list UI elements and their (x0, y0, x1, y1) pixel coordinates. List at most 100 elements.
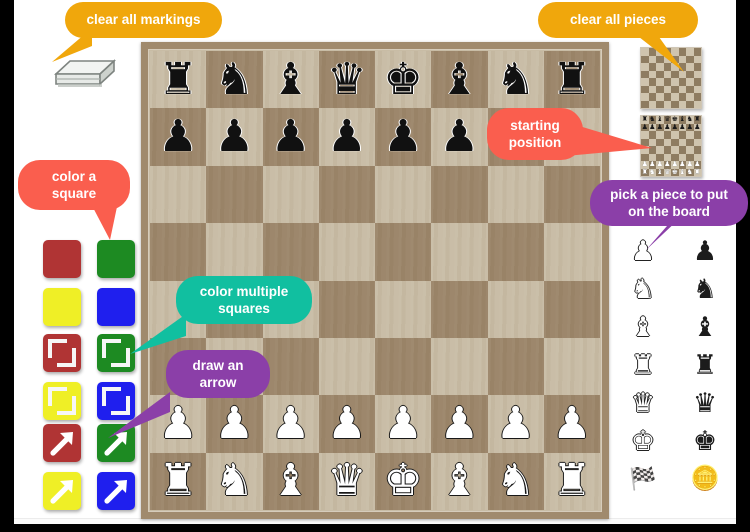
board-square-c1[interactable]: ♝ (262, 452, 320, 511)
board-square-h8[interactable]: ♜ (543, 51, 601, 109)
board-square-c7[interactable]: ♟ (262, 108, 320, 167)
board-square-f7[interactable]: ♟ (431, 108, 488, 167)
board-square-h4[interactable] (543, 280, 601, 339)
board-square-c2[interactable]: ♟ (262, 395, 320, 454)
board-square-d4[interactable] (318, 280, 376, 339)
piece-option-white-bishop[interactable]: ♝ (622, 309, 664, 345)
piece-white-pawn[interactable]: ♟ (263, 395, 319, 452)
piece-white-rook[interactable]: ♜ (150, 453, 206, 510)
board-square-b7[interactable]: ♟ (206, 108, 263, 167)
piece-white-pawn[interactable]: ♟ (375, 395, 431, 452)
board-square-b5[interactable] (206, 223, 263, 281)
board-square-g1[interactable]: ♞ (487, 452, 545, 511)
board-square-b2[interactable]: ♟ (206, 395, 263, 454)
arw-swatch-red[interactable] (43, 424, 81, 462)
piece-white-king[interactable]: ♚ (375, 453, 431, 510)
board-square-d5[interactable] (318, 223, 376, 281)
piece-white-pawn[interactable]: ♟ (319, 395, 375, 452)
piece-option-white-rook[interactable]: ♜ (622, 347, 664, 383)
piece-white-knight[interactable]: ♞ (488, 453, 544, 510)
board-square-e6[interactable] (375, 165, 432, 224)
piece-white-bishop[interactable]: ♝ (263, 453, 319, 510)
board-square-d6[interactable] (318, 165, 376, 224)
board-square-e1[interactable]: ♚ (375, 452, 432, 511)
board-square-b1[interactable]: ♞ (206, 452, 263, 511)
board-square-a6[interactable] (150, 165, 207, 224)
board-square-d2[interactable]: ♟ (318, 395, 376, 454)
board-square-e4[interactable] (375, 280, 432, 339)
board-square-e7[interactable]: ♟ (375, 108, 432, 167)
board-square-b6[interactable] (206, 165, 263, 224)
piece-black-knight[interactable]: ♞ (206, 51, 262, 108)
piece-option-black-queen[interactable]: ♛ (684, 385, 726, 421)
board-square-e5[interactable] (375, 223, 432, 281)
piece-option-black-king[interactable]: ♚ (684, 423, 726, 459)
piece-option-white-checkered-flag[interactable]: 🏁 (622, 461, 664, 497)
piece-white-bishop[interactable]: ♝ (431, 453, 487, 510)
board-square-f5[interactable] (431, 223, 488, 281)
piece-white-pawn[interactable]: ♟ (206, 395, 262, 452)
board-square-g5[interactable] (487, 223, 545, 281)
board-square-h1[interactable]: ♜ (543, 452, 601, 511)
piece-black-bishop[interactable]: ♝ (431, 51, 487, 108)
board-square-b8[interactable]: ♞ (206, 51, 263, 109)
board-square-f4[interactable] (431, 280, 488, 339)
board-square-c3[interactable] (262, 337, 320, 396)
piece-black-rook[interactable]: ♜ (150, 51, 206, 108)
piece-black-pawn[interactable]: ♟ (150, 108, 206, 165)
piece-option-white-king[interactable]: ♚ (622, 423, 664, 459)
piece-white-knight[interactable]: ♞ (206, 453, 262, 510)
piece-option-black-rook[interactable]: ♜ (684, 347, 726, 383)
board-square-g4[interactable] (487, 280, 545, 339)
board-square-h2[interactable]: ♟ (543, 395, 601, 454)
board-square-a1[interactable]: ♜ (150, 452, 207, 511)
piece-black-pawn[interactable]: ♟ (263, 108, 319, 165)
piece-black-bishop[interactable]: ♝ (263, 51, 319, 108)
brk-swatch-yellow[interactable] (43, 382, 81, 420)
piece-option-black-bishop[interactable]: ♝ (684, 309, 726, 345)
piece-black-pawn[interactable]: ♟ (375, 108, 431, 165)
board-square-e3[interactable] (375, 337, 432, 396)
piece-option-white-knight[interactable]: ♞ (622, 271, 664, 307)
piece-option-white-queen[interactable]: ♛ (622, 385, 664, 421)
color-swatch-yellow[interactable] (43, 288, 81, 326)
piece-black-pawn[interactable]: ♟ (319, 108, 375, 165)
board-square-c8[interactable]: ♝ (262, 51, 320, 109)
brk-swatch-red[interactable] (43, 334, 81, 372)
piece-option-black-gold-coin[interactable]: 🪙 (684, 461, 726, 497)
board-square-e8[interactable]: ♚ (375, 51, 432, 109)
piece-option-black-knight[interactable]: ♞ (684, 271, 726, 307)
board-square-f8[interactable]: ♝ (431, 51, 488, 109)
board-square-a8[interactable]: ♜ (150, 51, 207, 109)
arw-swatch-blue[interactable] (97, 472, 135, 510)
piece-white-queen[interactable]: ♛ (319, 453, 375, 510)
board-square-e2[interactable]: ♟ (375, 395, 432, 454)
piece-black-queen[interactable]: ♛ (319, 51, 375, 108)
piece-white-pawn[interactable]: ♟ (431, 395, 487, 452)
board-square-h3[interactable] (543, 337, 601, 396)
board-square-f1[interactable]: ♝ (431, 452, 488, 511)
board-square-d1[interactable]: ♛ (318, 452, 376, 511)
piece-black-rook[interactable]: ♜ (544, 51, 600, 108)
board-square-g2[interactable]: ♟ (487, 395, 545, 454)
board-square-f6[interactable] (431, 165, 488, 224)
board-square-g3[interactable] (487, 337, 545, 396)
board-square-a7[interactable]: ♟ (150, 108, 207, 167)
board-square-a5[interactable] (150, 223, 207, 281)
board-square-d3[interactable] (318, 337, 376, 396)
piece-black-pawn[interactable]: ♟ (206, 108, 262, 165)
board-square-g6[interactable] (487, 165, 545, 224)
board-square-d8[interactable]: ♛ (318, 51, 376, 109)
board-square-c6[interactable] (262, 165, 320, 224)
piece-black-knight[interactable]: ♞ (488, 51, 544, 108)
color-swatch-green[interactable] (97, 240, 135, 278)
piece-white-pawn[interactable]: ♟ (488, 395, 544, 452)
piece-white-rook[interactable]: ♜ (544, 453, 600, 510)
color-swatch-red[interactable] (43, 240, 81, 278)
piece-option-black-pawn[interactable]: ♟ (684, 233, 726, 269)
board-square-d7[interactable]: ♟ (318, 108, 376, 167)
board-square-f2[interactable]: ♟ (431, 395, 488, 454)
board-square-h5[interactable] (543, 223, 601, 281)
piece-black-king[interactable]: ♚ (375, 51, 431, 108)
arw-swatch-yellow[interactable] (43, 472, 81, 510)
